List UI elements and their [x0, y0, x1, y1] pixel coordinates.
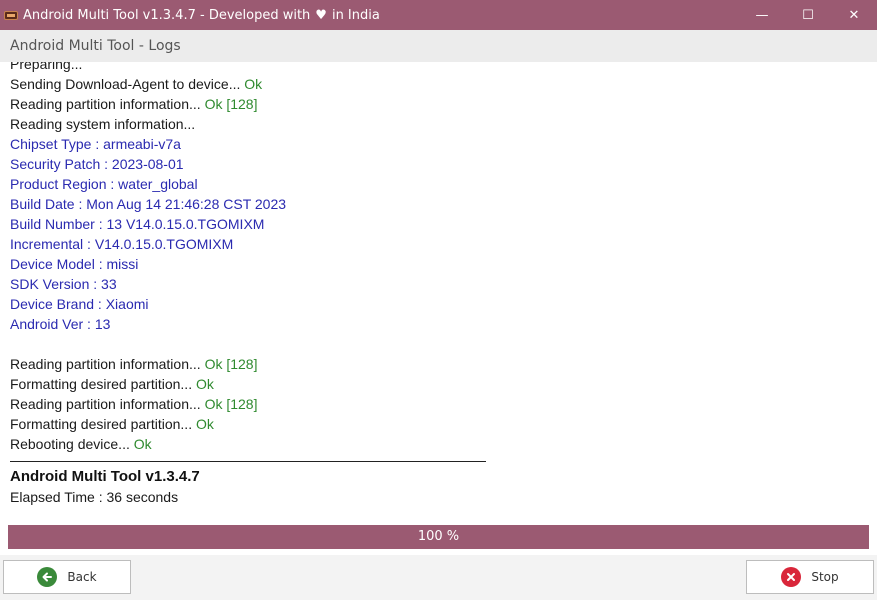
- status-ok: Ok [128]: [204, 96, 258, 112]
- back-button-label: Back: [67, 570, 97, 584]
- log-line: Reading partition information... Ok [128…: [10, 396, 258, 412]
- app-icon: [4, 10, 18, 20]
- info-sdk-version: SDK Version : 33: [10, 276, 117, 292]
- title-bar: Android Multi Tool v1.3.4.7 - Developed …: [0, 0, 877, 30]
- status-ok: Ok: [133, 436, 152, 452]
- window-controls: — ☐ ✕: [739, 0, 877, 30]
- info-android-ver: Android Ver : 13: [10, 316, 111, 332]
- log-line: Reading system information...: [10, 116, 196, 132]
- stop-button[interactable]: Stop: [746, 560, 874, 594]
- window-title-prefix: Android Multi Tool v1.3.4.7 - Developed …: [23, 7, 311, 23]
- log-footer-title: Android Multi Tool v1.3.4.7: [10, 468, 200, 485]
- window-title-suffix: in India: [331, 7, 380, 23]
- progress-label: 100 %: [417, 529, 460, 544]
- bottom-bar: Back Stop: [0, 555, 877, 600]
- elapsed-time: Elapsed Time : 36 seconds: [10, 489, 179, 505]
- log-line: Reading partition information... Ok [128…: [10, 96, 258, 112]
- maximize-button[interactable]: ☐: [785, 0, 831, 30]
- status-ok: Ok: [244, 76, 263, 92]
- log-line: Formatting desired partition... Ok: [10, 376, 214, 392]
- info-product-region: Product Region : water_global: [10, 176, 198, 192]
- close-circle-icon: [781, 567, 802, 587]
- back-button[interactable]: Back: [3, 560, 131, 594]
- log-spacer: [10, 334, 870, 354]
- status-ok: Ok [128]: [204, 396, 258, 412]
- info-device-brand: Device Brand : Xiaomi: [10, 296, 149, 312]
- log-line: Sending Download-Agent to device... Ok: [10, 76, 263, 92]
- log-line: Reading partition information... Ok [128…: [10, 356, 258, 372]
- status-ok: Ok: [195, 376, 214, 392]
- close-button[interactable]: ✕: [831, 0, 877, 30]
- info-incremental: Incremental : V14.0.15.0.TGOMIXM: [10, 236, 234, 252]
- minimize-button[interactable]: —: [739, 0, 785, 30]
- window-title: Android Multi Tool v1.3.4.7 - Developed …: [23, 8, 380, 23]
- log-line: Formatting desired partition... Ok: [10, 416, 214, 432]
- log-line-partial: Preparing...: [10, 62, 83, 72]
- status-ok: Ok: [195, 416, 214, 432]
- info-build-date: Build Date : Mon Aug 14 21:46:28 CST 202…: [10, 196, 287, 212]
- page-title: Android Multi Tool - Logs: [0, 30, 877, 62]
- info-chipset: Chipset Type : armeabi-v7a: [10, 136, 181, 152]
- info-build-number: Build Number : 13 V14.0.15.0.TGOMIXM: [10, 216, 265, 232]
- log-panel[interactable]: Preparing... Sending Download-Agent to d…: [0, 62, 877, 518]
- status-ok: Ok [128]: [204, 356, 258, 372]
- arrow-left-icon: [37, 567, 58, 587]
- log-content: Preparing... Sending Download-Agent to d…: [10, 62, 870, 507]
- log-line: Rebooting device... Ok: [10, 436, 152, 452]
- stop-button-label: Stop: [811, 570, 839, 584]
- heart-icon: ♥: [315, 7, 327, 23]
- info-device-model: Device Model : missi: [10, 256, 139, 272]
- info-security-patch: Security Patch : 2023-08-01: [10, 156, 184, 172]
- log-divider: [10, 461, 486, 462]
- progress-bar: 100 %: [8, 525, 869, 549]
